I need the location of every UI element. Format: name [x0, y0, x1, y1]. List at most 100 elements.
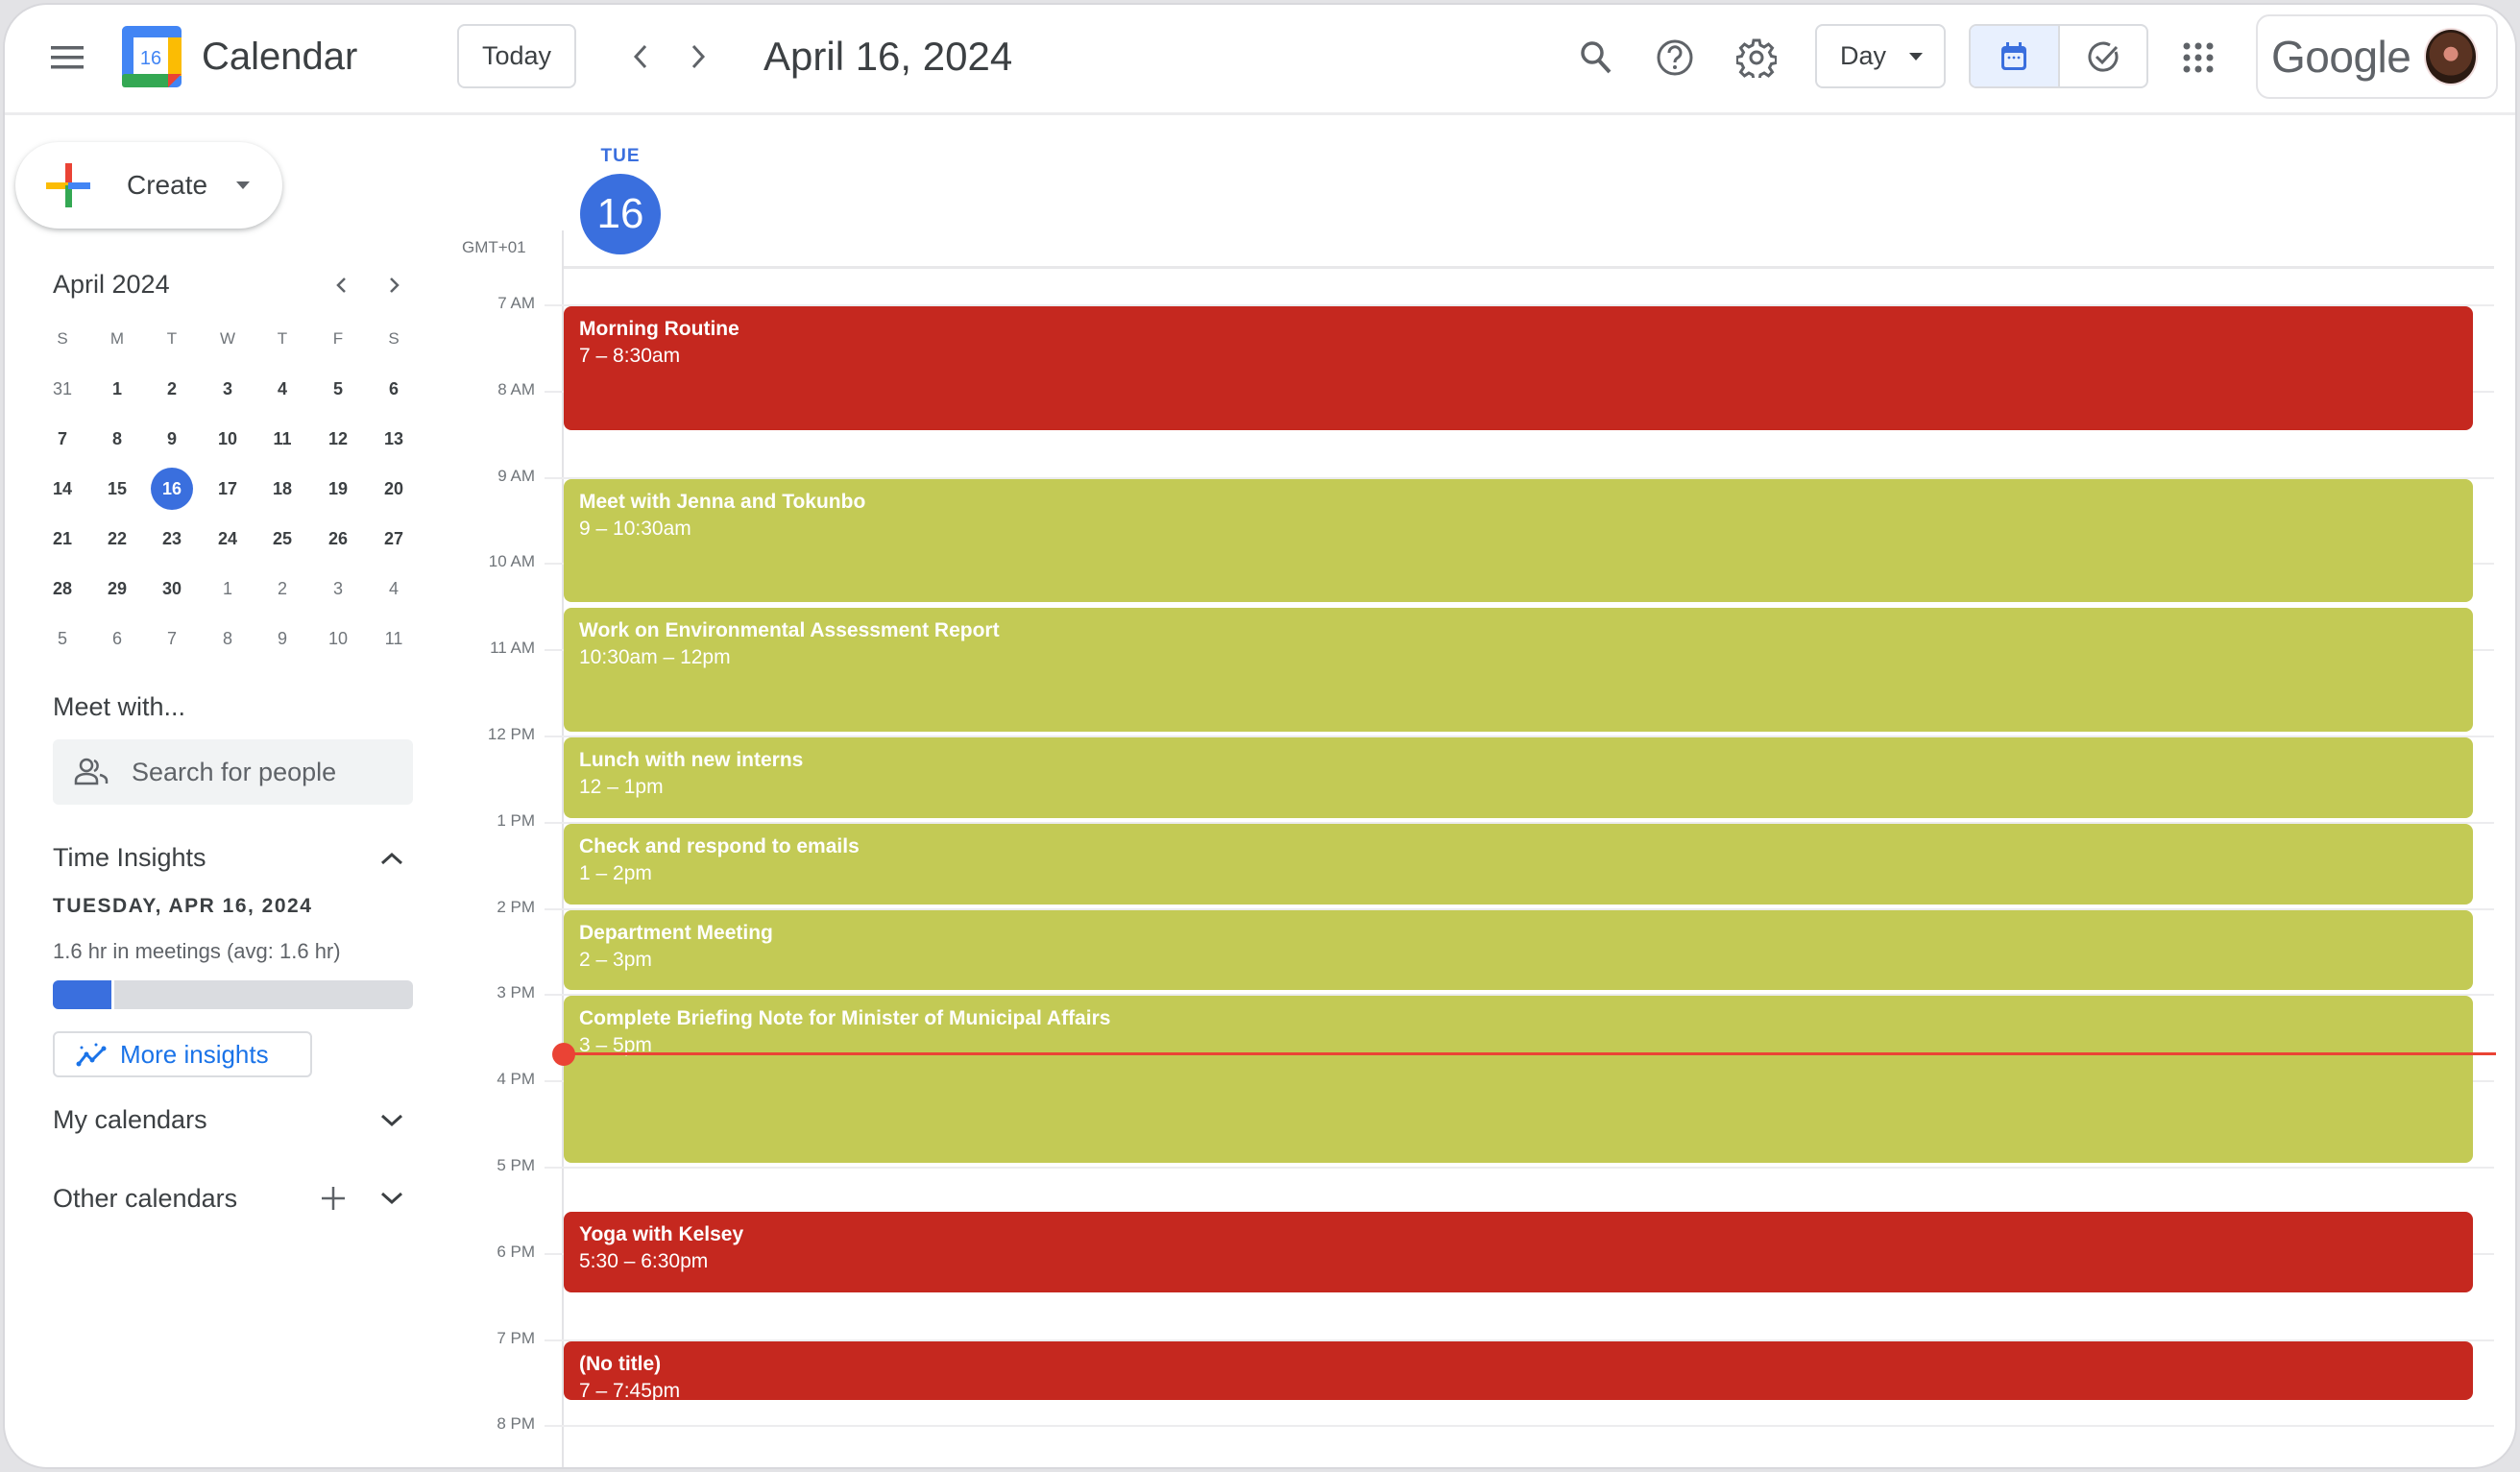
meet-with-title: Meet with... — [53, 692, 186, 721]
mini-calendar-day[interactable]: 6 — [370, 368, 418, 410]
hour-label: 5 PM — [497, 1156, 535, 1174]
day-of-week-label: TUE — [600, 146, 641, 166]
hour-label: 8 AM — [497, 379, 535, 398]
mini-calendar-day[interactable]: 10 — [314, 617, 362, 660]
calendar-logo-icon: 16 — [122, 26, 182, 87]
event-title: Yoga with Kelsey — [579, 1222, 744, 1245]
mini-calendar-day[interactable]: 30 — [148, 567, 196, 610]
search-button[interactable] — [1570, 32, 1622, 84]
plus-multicolor-icon — [46, 163, 90, 207]
mini-calendar-day[interactable]: 22 — [93, 518, 141, 560]
main-menu-button[interactable] — [43, 34, 91, 82]
mini-calendar-day[interactable]: 14 — [38, 468, 86, 510]
my-calendars-title[interactable]: My calendars — [53, 1105, 207, 1135]
mini-calendar-day[interactable]: 4 — [258, 368, 306, 410]
calendar-event[interactable]: Yoga with Kelsey 5:30 – 6:30pm — [564, 1211, 2473, 1292]
mini-calendar-day[interactable]: 20 — [370, 468, 418, 510]
time-insights-collapse-button[interactable] — [373, 839, 411, 878]
hour-label: 4 PM — [497, 1070, 535, 1089]
next-day-button[interactable] — [675, 34, 721, 80]
mini-calendar-day[interactable]: 8 — [204, 617, 252, 660]
other-calendars-title[interactable]: Other calendars — [53, 1184, 237, 1214]
mini-calendar-day[interactable]: 1 — [204, 567, 252, 610]
calendar-event[interactable]: Meet with Jenna and Tokunbo 9 – 10:30am — [564, 478, 2473, 603]
event-time: 12 – 1pm — [579, 776, 664, 798]
mini-calendar-day[interactable]: 11 — [370, 617, 418, 660]
all-day-divider — [564, 266, 2494, 269]
mini-calendar-day[interactable]: 8 — [93, 418, 141, 460]
view-mode-select[interactable]: Day — [1815, 24, 1946, 88]
mini-calendar-day[interactable]: 6 — [93, 617, 141, 660]
help-button[interactable] — [1649, 32, 1701, 84]
my-calendars-expand-button[interactable] — [373, 1101, 411, 1140]
time-insights-date: TUESDAY, APR 16, 2024 — [53, 895, 313, 917]
other-calendars-expand-button[interactable] — [373, 1179, 411, 1218]
app-title: Calendar — [202, 36, 358, 78]
mini-calendar-day[interactable]: 9 — [148, 418, 196, 460]
mini-calendar-day[interactable]: 24 — [204, 518, 252, 560]
mini-calendar-day[interactable]: 31 — [38, 368, 86, 410]
calendar-event[interactable]: Check and respond to emails 1 – 2pm — [564, 823, 2473, 905]
calendar-event[interactable]: Work on Environmental Assessment Report 1… — [564, 608, 2473, 732]
insights-trend-icon — [76, 1043, 107, 1067]
mini-calendar-day-today[interactable]: 16 — [148, 468, 196, 510]
calendar-event[interactable]: Morning Routine 7 – 8:30am — [564, 306, 2473, 430]
mini-calendar-day[interactable]: 17 — [204, 468, 252, 510]
more-insights-button[interactable]: More insights — [53, 1031, 312, 1077]
mini-calendar-day[interactable]: 3 — [314, 567, 362, 610]
mini-calendar-day[interactable]: 12 — [314, 418, 362, 460]
mini-calendar-day[interactable]: 26 — [314, 518, 362, 560]
event-title: Meet with Jenna and Tokunbo — [579, 490, 866, 513]
calendar-event[interactable]: Lunch with new interns 12 – 1pm — [564, 737, 2473, 818]
mini-calendar-day[interactable]: 29 — [93, 567, 141, 610]
mini-calendar-day[interactable]: 13 — [370, 418, 418, 460]
mini-calendar-day[interactable]: 15 — [93, 468, 141, 510]
mini-calendar-day[interactable]: 19 — [314, 468, 362, 510]
hour-label: 11 AM — [490, 639, 535, 658]
chevron-left-icon — [633, 44, 647, 69]
today-button[interactable]: Today — [457, 24, 576, 88]
mini-calendar-day[interactable]: 23 — [148, 518, 196, 560]
calendar-event[interactable]: Department Meeting 2 – 3pm — [564, 909, 2473, 991]
meetings-progress-bar — [53, 980, 413, 1009]
calendar-event[interactable]: (No title) 7 – 7:45pm — [564, 1340, 2473, 1400]
mini-calendar-day[interactable]: 27 — [370, 518, 418, 560]
mini-calendar-day[interactable]: 28 — [38, 567, 86, 610]
mini-calendar-day[interactable]: 7 — [148, 617, 196, 660]
mini-calendar-day[interactable]: 2 — [258, 567, 306, 610]
people-search-field[interactable] — [53, 739, 413, 805]
previous-day-button[interactable] — [618, 34, 664, 80]
mini-calendar-day[interactable]: 5 — [314, 368, 362, 410]
settings-button[interactable] — [1731, 32, 1782, 84]
header-divider — [5, 112, 2515, 115]
mini-calendar-day[interactable]: 2 — [148, 368, 196, 410]
mini-calendar-prev-button[interactable] — [322, 266, 360, 304]
mini-calendar-day[interactable]: 25 — [258, 518, 306, 560]
google-apps-button[interactable] — [2172, 32, 2224, 84]
mini-calendar-day[interactable]: 9 — [258, 617, 306, 660]
mini-calendar-day[interactable]: 18 — [258, 468, 306, 510]
mini-calendar-day[interactable]: 10 — [204, 418, 252, 460]
google-account-button[interactable]: Google — [2256, 14, 2498, 99]
mini-calendar-day[interactable]: 21 — [38, 518, 86, 560]
mini-calendar-day[interactable]: 1 — [93, 368, 141, 410]
current-time-line — [564, 1051, 2496, 1055]
calendar-event[interactable]: Complete Briefing Note for Minister of M… — [564, 996, 2473, 1163]
mini-calendar-day[interactable]: 11 — [258, 418, 306, 460]
mini-calendar-day[interactable]: 7 — [38, 418, 86, 460]
mini-calendar-day[interactable]: 5 — [38, 617, 86, 660]
event-title: Lunch with new interns — [579, 749, 804, 771]
event-title: Department Meeting — [579, 921, 773, 944]
gear-icon — [1736, 38, 1777, 78]
day-number-button[interactable]: 16 — [580, 174, 661, 254]
tasks-view-button[interactable] — [2060, 26, 2147, 86]
add-other-calendar-button[interactable] — [314, 1179, 352, 1218]
mini-calendar-next-button[interactable] — [376, 266, 414, 304]
calendar-view-button[interactable] — [1971, 26, 2060, 86]
people-search-input[interactable] — [132, 757, 400, 787]
calendar-logo[interactable]: 16 — [122, 26, 182, 87]
mini-calendar-day[interactable]: 3 — [204, 368, 252, 410]
mini-calendar-day[interactable]: 4 — [370, 567, 418, 610]
create-button[interactable]: Create — [15, 142, 282, 229]
hour-gridline — [545, 1167, 2494, 1169]
